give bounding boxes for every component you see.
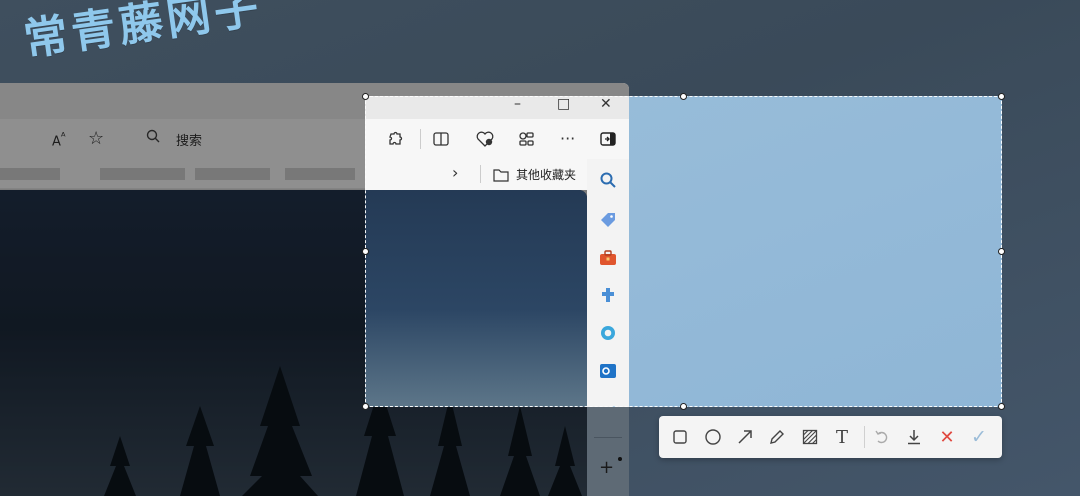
mosaic-tool-icon[interactable] — [799, 426, 821, 448]
cancel-icon[interactable]: ✕ — [936, 426, 958, 448]
sidebar-bottom-dimmed: + — [587, 407, 629, 496]
confirm-icon[interactable]: ✓ — [968, 426, 990, 448]
watermark-title: 常青藤网子 — [20, 0, 266, 67]
blurred-bookmark[interactable] — [0, 168, 60, 180]
text-tool-icon[interactable]: T — [831, 426, 853, 448]
undo-icon[interactable] — [871, 426, 893, 448]
blurred-bookmark[interactable] — [100, 168, 185, 180]
resize-handle-top[interactable] — [680, 93, 687, 100]
search-label[interactable]: 搜索 — [176, 130, 202, 149]
resize-handle-top-right[interactable] — [998, 93, 1005, 100]
sidebar-divider — [594, 437, 622, 438]
blurred-bookmark[interactable] — [195, 168, 270, 180]
rectangle-tool-icon[interactable] — [669, 426, 691, 448]
resize-handle-bottom[interactable] — [680, 403, 687, 410]
toolbar-separator — [864, 426, 865, 448]
download-icon[interactable] — [903, 426, 925, 448]
ellipse-tool-icon[interactable] — [702, 426, 724, 448]
resize-handle-bottom-right[interactable] — [998, 403, 1005, 410]
resize-handle-left[interactable] — [362, 248, 369, 255]
favorite-star-icon[interactable]: ☆ — [88, 128, 104, 149]
pen-tool-icon[interactable] — [766, 426, 788, 448]
notification-dot — [618, 457, 622, 461]
resize-handle-bottom-left[interactable] — [362, 403, 369, 410]
blurred-bookmark[interactable] — [285, 168, 355, 180]
search-icon[interactable] — [146, 129, 160, 147]
screenshot-selection-frame[interactable] — [365, 96, 1002, 407]
add-sidebar-app-button[interactable]: + — [599, 457, 614, 478]
arrow-tool-icon[interactable] — [734, 426, 756, 448]
read-aloud-icon[interactable]: Aᴬ — [52, 130, 66, 149]
annotation-toolbar: T ✕ ✓ — [659, 416, 1002, 458]
resize-handle-right[interactable] — [998, 248, 1005, 255]
resize-handle-top-left[interactable] — [362, 93, 369, 100]
